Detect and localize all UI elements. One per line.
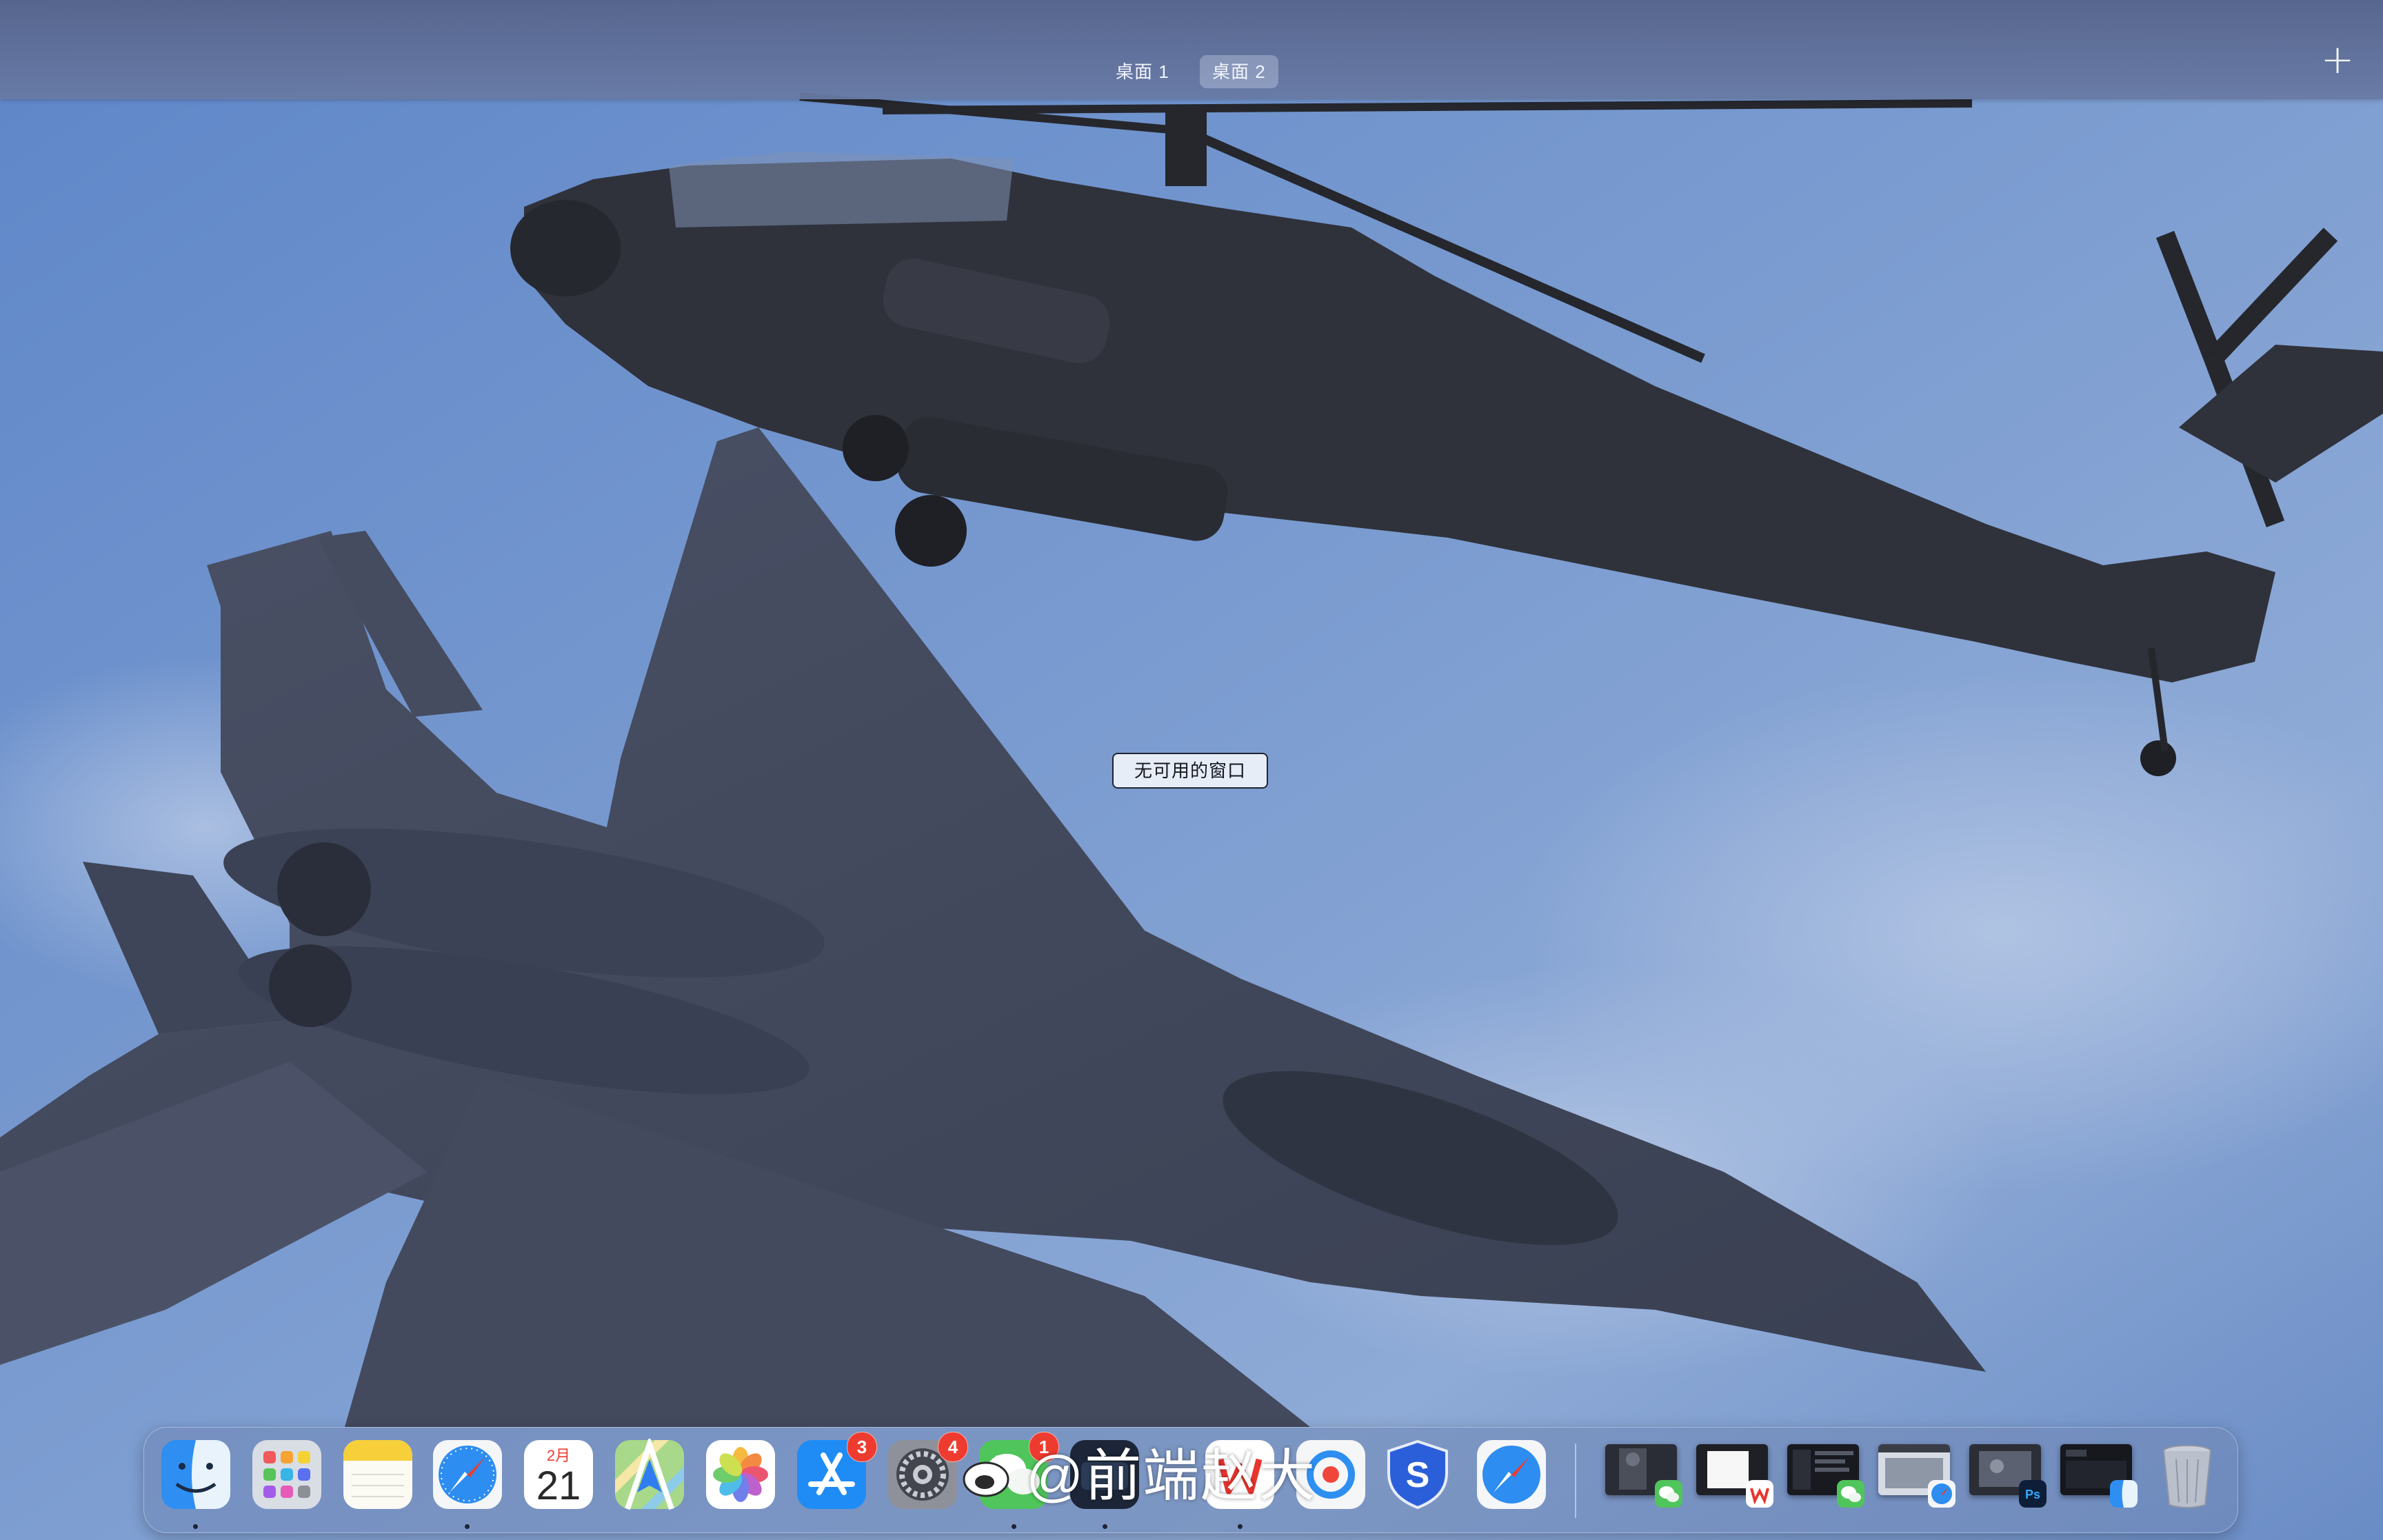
minimized-window-thumbnail[interactable] [1783,1437,1864,1512]
minimized-window-thumbnail[interactable] [1692,1437,1773,1512]
dock-item-safari-2[interactable] [1476,1439,1547,1510]
running-indicator [193,1524,198,1529]
launchpad-icon [252,1440,321,1509]
add-space-button[interactable]: + [2317,39,2358,80]
notes-icon [343,1440,412,1509]
running-indicator [1103,1524,1107,1529]
wechat-icon [1837,1480,1864,1508]
maps-icon [615,1439,684,1510]
weibo-icon [960,1448,1015,1503]
space-tab-desktop-1[interactable]: 桌面 1 [1103,55,1182,88]
finder-icon [2110,1480,2138,1508]
dock-item-trash[interactable] [2151,1439,2223,1510]
minimized-window-thumbnail[interactable] [1874,1437,1955,1512]
minimized-window-thumbnail[interactable] [2056,1437,2138,1512]
dock-divider [1575,1443,1576,1518]
svg-text:S: S [1406,1455,1430,1495]
running-indicator [1012,1524,1016,1529]
minimized-window-thumbnail[interactable] [1601,1437,1682,1512]
running-indicator [1238,1524,1243,1529]
dock-item-app-store[interactable]: 3 [796,1432,877,1510]
calendar-month: 2月 [547,1447,570,1464]
wps-icon [1746,1480,1773,1508]
notification-badge: 3 [847,1432,877,1462]
mission-control-spaces-bar: 桌面 1 桌面 2 + [0,0,2383,99]
minimized-window-thumbnail[interactable]: Ps [1965,1437,2047,1512]
dock-item-safari[interactable] [432,1439,503,1510]
trash-icon [2163,1445,2211,1508]
photoshop-label: Ps [2025,1488,2040,1501]
s-shield-icon: S [1387,1439,1448,1510]
dock-item-photos[interactable] [705,1439,776,1510]
no-available-windows-label: 无可用的窗口 [1112,753,1268,789]
calendar-icon: 2月 21 [524,1440,593,1509]
photoshop-icon: Ps [2019,1480,2047,1508]
calendar-day: 21 [536,1463,581,1508]
space-tab-desktop-2[interactable]: 桌面 2 [1200,55,1278,88]
safari-icon [1477,1440,1546,1509]
finder-icon [161,1440,230,1509]
plus-icon: + [2320,36,2355,83]
watermark-text: @前端赵大 [1026,1445,1317,1508]
photos-icon [706,1440,775,1509]
dock-item-maps[interactable] [614,1439,685,1510]
running-indicator [465,1524,470,1529]
safari-icon [1928,1480,1955,1508]
dock-item-finder[interactable] [160,1439,232,1510]
wechat-icon [1655,1480,1682,1508]
dock-item-launchpad[interactable] [251,1439,323,1510]
safari-icon [433,1440,502,1509]
dock-item-calendar[interactable]: 2月 21 [523,1439,594,1510]
dock-item-s-app[interactable]: S [1382,1439,1454,1510]
dock-item-notes[interactable] [342,1439,414,1510]
dock-item-system-settings[interactable]: 4 [887,1432,968,1510]
